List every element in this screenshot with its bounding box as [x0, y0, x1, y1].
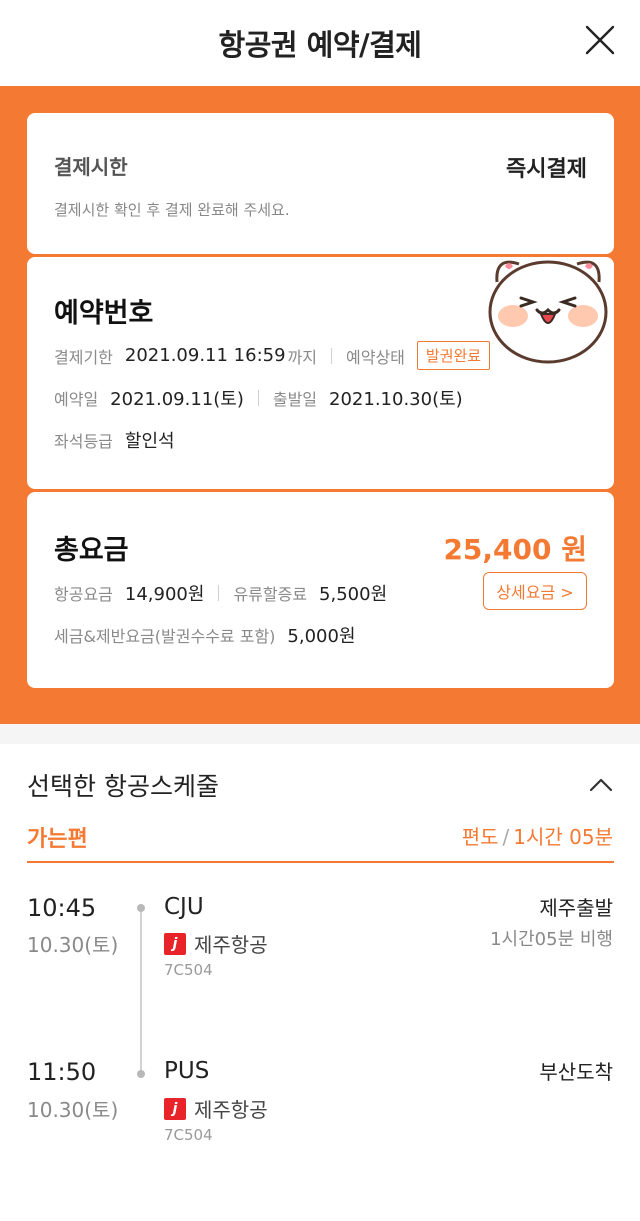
tax-label: 세금&제반요금(발권수수료 포함): [54, 627, 276, 646]
timeline-dot-departure: [137, 904, 145, 912]
pay-deadline-value: 2021.09.11 16:59: [124, 345, 286, 366]
fare-row-tax: 세금&제반요금(발권수수료 포함) 5,000원: [54, 622, 356, 648]
fuel-surcharge-value: 5,500원: [319, 584, 388, 605]
airline-logo-icon: j: [164, 932, 186, 955]
arrival-flight-number: 7C504: [164, 1126, 213, 1144]
depart-label: 출발일: [272, 390, 318, 409]
trip-duration: 1시간 05분: [513, 825, 613, 849]
air-fare-label: 항공요금: [54, 585, 113, 604]
trip-type: 편도: [461, 825, 499, 849]
airline-name: 제주항공: [194, 1098, 268, 1122]
deadline-value: 즉시결제: [506, 157, 587, 182]
schedule-title: 선택한 항공스케줄: [27, 772, 219, 801]
fare-row-breakdown: 항공요금 14,900원 유류할증료 5,500원: [54, 580, 387, 606]
air-fare-value: 14,900원: [124, 584, 205, 605]
divider: [218, 585, 220, 601]
flight-duration: 1시간05분 비행: [490, 929, 613, 950]
fare-title: 총요금: [54, 535, 129, 566]
booked-label: 예약일: [54, 390, 99, 409]
tax-value: 5,000원: [287, 626, 356, 647]
payment-deadline-card: 결제시한 즉시결제 결제시한 확인 후 결제 완료해 주세요.: [27, 113, 614, 254]
cat-sticker: [487, 250, 609, 366]
arrival-airline: j 제주항공: [164, 1094, 268, 1123]
booked-value: 2021.09.11(토): [110, 389, 244, 410]
section-divider: [0, 724, 640, 744]
departure-airport: CJU: [164, 894, 204, 920]
pay-deadline-suffix: 까지: [287, 347, 317, 367]
arrival-time: 11:50: [27, 1058, 97, 1086]
departure-flight-number: 7C504: [164, 961, 213, 979]
leg-underline: [27, 861, 614, 863]
status-badge: 발권완료: [416, 341, 491, 370]
reservation-row-seat: 좌석등급 할인석: [54, 427, 175, 453]
airline-name: 제주항공: [194, 933, 268, 957]
pay-deadline-label: 결제기한: [54, 347, 113, 367]
departure-date: 10.30(토): [27, 933, 119, 957]
fare-card: 총요금 25,400 원 항공요금 14,900원 유류할증료 5,500원 세…: [27, 492, 614, 688]
divider: [257, 390, 259, 406]
arrival-airport: PUS: [164, 1058, 210, 1084]
page-title: 항공권 예약/결제: [218, 28, 422, 62]
leg-label: 가는편: [27, 827, 88, 852]
seat-value: 할인석: [124, 431, 175, 452]
timeline-line: [140, 912, 142, 1074]
timeline-dot-arrival: [137, 1070, 145, 1078]
seat-label: 좌석등급: [54, 432, 113, 451]
leg-info: 편도/1시간 05분: [462, 821, 613, 850]
reservation-title: 예약번호: [54, 298, 154, 329]
departure-status: 제주출발: [539, 896, 613, 920]
fare-detail-button[interactable]: 상세요금 >: [483, 572, 587, 610]
divider: [331, 347, 332, 364]
airline-logo-icon: j: [164, 1097, 186, 1120]
chevron-up-icon[interactable]: [588, 776, 614, 794]
depart-value: 2021.10.30(토): [329, 389, 463, 410]
reservation-row-dates: 예약일 2021.09.11(토) 출발일 2021.10.30(토): [54, 385, 463, 411]
deadline-hint: 결제시한 확인 후 결제 완료해 주세요.: [54, 201, 290, 219]
total-amount: 25,400 원: [443, 533, 587, 566]
slash-divider: /: [502, 825, 510, 849]
arrival-date: 10.30(토): [27, 1098, 119, 1122]
header-bar: 항공권 예약/결제: [0, 0, 640, 86]
deadline-label: 결제시한: [54, 155, 128, 179]
reservation-row-deadline: 결제기한 2021.09.11 16:59 까지 예약상태 발권완료: [54, 341, 491, 370]
status-label: 예약상태: [346, 347, 405, 367]
arrival-status: 부산도착: [539, 1060, 613, 1084]
close-icon[interactable]: [584, 24, 616, 56]
fuel-surcharge-label: 유류할증료: [233, 585, 308, 604]
departure-time: 10:45: [27, 894, 97, 922]
departure-airline: j 제주항공: [164, 929, 268, 958]
